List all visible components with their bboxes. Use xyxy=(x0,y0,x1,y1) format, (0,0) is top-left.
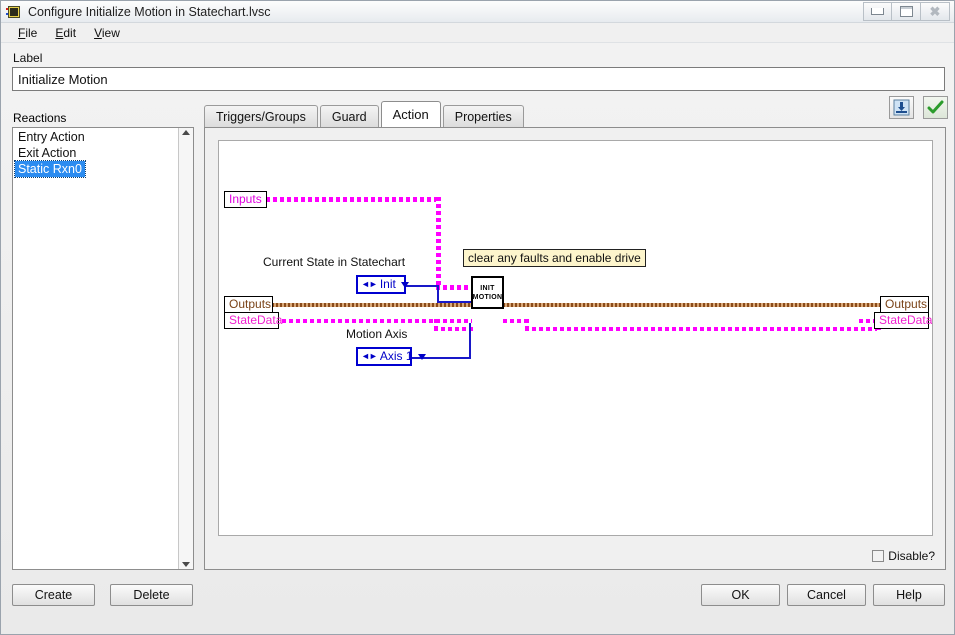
terminal-outputs-left[interactable]: Outputs xyxy=(224,296,273,313)
reaction-static-rxn0: Static Rxn0 xyxy=(14,160,86,178)
diagram-comment[interactable]: clear any faults and enable drive xyxy=(463,249,646,267)
left-right-arrows-icon: ◄► xyxy=(361,279,378,289)
left-right-arrows-icon: ◄► xyxy=(361,351,378,361)
label-motion-axis: Motion Axis xyxy=(346,327,408,341)
reactions-list: Entry Action Exit Action Static Rxn0 xyxy=(13,128,178,569)
menu-file[interactable]: File xyxy=(9,24,46,42)
maximize-icon xyxy=(899,6,913,17)
wire-enum-state-h2 xyxy=(437,301,473,303)
subvi-line1: INIT xyxy=(480,284,495,292)
configure-dialog-window: Configure Initialize Motion in Statechar… xyxy=(0,0,955,635)
block-diagram-canvas[interactable]: Inputs Outputs StateData Outputs StateDa… xyxy=(218,140,933,536)
close-button[interactable]: ✖ xyxy=(921,2,950,21)
reactions-scrollbar[interactable] xyxy=(178,128,193,569)
labview-vi-icon xyxy=(6,4,22,20)
enum-motion-axis[interactable]: ◄► Axis 1 xyxy=(356,347,426,366)
wire-inputs-to-node xyxy=(436,285,472,290)
label-input[interactable] xyxy=(12,67,945,91)
terminal-statedata-left[interactable]: StateData xyxy=(224,312,282,329)
tab-action[interactable]: Action xyxy=(380,101,441,127)
wire-statedata-left xyxy=(268,319,472,323)
wire-inputs-horizontal xyxy=(259,197,441,202)
maximize-button[interactable] xyxy=(892,2,921,21)
chevron-down-icon[interactable] xyxy=(417,353,426,360)
close-icon: ✖ xyxy=(929,4,941,19)
save-to-disk-button[interactable] xyxy=(889,96,914,119)
terminal-outputs-right[interactable]: Outputs xyxy=(880,296,929,313)
window-title: Configure Initialize Motion in Statechar… xyxy=(28,4,271,19)
scroll-down-arrow-icon[interactable] xyxy=(182,562,190,567)
terminal-statedata-right[interactable]: StateData xyxy=(874,312,932,329)
disable-checkbox[interactable] xyxy=(872,550,885,562)
wire-statedata-right-run xyxy=(525,327,881,331)
reactions-caption: Reactions xyxy=(13,111,67,125)
accept-button[interactable] xyxy=(923,96,948,119)
wire-outputs-right xyxy=(503,303,881,307)
delete-button[interactable]: Delete xyxy=(110,584,193,606)
enum-motion-axis-value: Axis 1 xyxy=(379,349,413,363)
window-controls: ✖ xyxy=(863,2,950,21)
tab-triggers-groups[interactable]: Triggers/Groups xyxy=(204,105,318,127)
wire-enum-state-h1 xyxy=(405,285,439,287)
list-item[interactable]: Static Rxn0 xyxy=(14,160,178,178)
create-button[interactable]: Create xyxy=(12,584,95,606)
ok-button[interactable]: OK xyxy=(701,584,780,606)
label-caption: Label xyxy=(13,51,43,65)
title-bar: Configure Initialize Motion in Statechar… xyxy=(1,1,954,23)
cancel-button[interactable]: Cancel xyxy=(787,584,866,606)
wire-motion-axis-v xyxy=(469,323,471,359)
wire-outputs-left xyxy=(268,303,472,307)
minimize-button[interactable] xyxy=(863,2,892,21)
list-item[interactable]: Exit Action xyxy=(15,145,178,161)
subvi-init-motion[interactable]: INIT MOTION xyxy=(471,276,504,309)
wire-inputs-vertical xyxy=(436,197,441,290)
disable-label: Disable? xyxy=(888,549,935,563)
reaction-exit-action: Exit Action xyxy=(18,146,77,160)
label-current-state: Current State in Statechart xyxy=(263,255,406,269)
tab-strip: Triggers/Groups Guard Action Properties xyxy=(204,101,526,127)
minimize-icon xyxy=(871,8,884,15)
tab-guard[interactable]: Guard xyxy=(319,105,379,127)
scroll-up-arrow-icon[interactable] xyxy=(182,130,190,135)
action-tab-panel: Inputs Outputs StateData Outputs StateDa… xyxy=(204,127,946,570)
green-checkmark-icon xyxy=(927,100,944,114)
chevron-down-icon[interactable] xyxy=(400,281,409,288)
save-to-disk-icon xyxy=(893,99,910,116)
list-item[interactable]: Entry Action xyxy=(15,129,178,145)
menu-edit[interactable]: Edit xyxy=(46,24,85,42)
terminal-inputs[interactable]: Inputs xyxy=(224,191,267,208)
enum-current-state-value: Init xyxy=(379,277,396,291)
disable-row[interactable]: Disable? xyxy=(872,549,935,563)
wire-statedata-branch-run xyxy=(434,327,474,331)
help-button[interactable]: Help xyxy=(873,584,945,606)
enum-current-state[interactable]: ◄► Init xyxy=(356,275,409,294)
menu-view[interactable]: View xyxy=(85,24,129,42)
subvi-line2: MOTION xyxy=(472,293,503,301)
reactions-listbox[interactable]: Entry Action Exit Action Static Rxn0 xyxy=(12,127,194,570)
tab-properties[interactable]: Properties xyxy=(442,105,524,127)
menu-bar: File Edit View xyxy=(1,23,954,43)
reaction-entry-action: Entry Action xyxy=(18,130,85,144)
